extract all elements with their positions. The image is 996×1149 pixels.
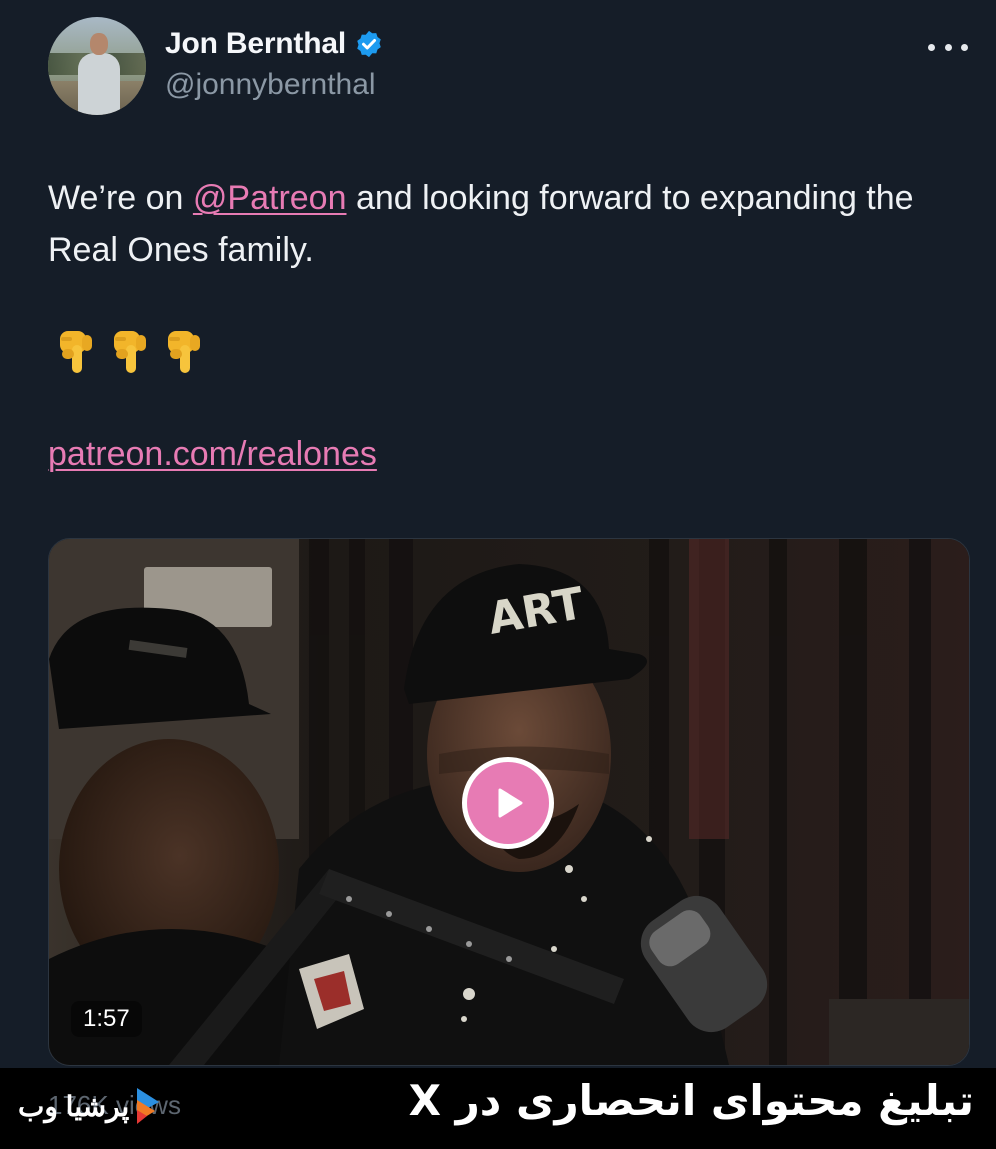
avatar-body bbox=[78, 53, 120, 115]
more-dot bbox=[961, 43, 968, 51]
tweet-text-start: We’re on bbox=[48, 179, 193, 217]
pointing-down-hand-emoji bbox=[168, 331, 200, 373]
video-duration: 1:57 bbox=[71, 1001, 142, 1037]
patreon-mention-link[interactable]: @Patreon bbox=[193, 179, 347, 217]
pointing-down-hand-emoji bbox=[114, 331, 146, 373]
verified-badge-icon bbox=[357, 30, 381, 58]
more-options-icon[interactable] bbox=[928, 34, 968, 60]
author-name[interactable]: Jon Bernthal bbox=[165, 27, 346, 61]
brand-name: پرشیا وب bbox=[18, 1090, 130, 1122]
video-player[interactable]: ART 1:57 bbox=[48, 538, 970, 1066]
patreon-url-link[interactable]: patreon.com/realones bbox=[48, 435, 377, 474]
brand-watermark: پرشیا وب bbox=[18, 1084, 163, 1128]
promo-title: تبلیغ محتوای انحصاری در X bbox=[408, 1076, 974, 1125]
author-name-line: Jon Bernthal bbox=[165, 27, 384, 61]
play-button[interactable] bbox=[462, 757, 554, 849]
brand-logo-icon bbox=[137, 1088, 160, 1124]
pointing-down-hand-emoji bbox=[60, 331, 92, 373]
more-dot bbox=[944, 43, 952, 51]
more-dot bbox=[928, 43, 935, 51]
avatar[interactable] bbox=[48, 17, 146, 115]
author-handle[interactable]: @jonnybernthal bbox=[165, 68, 376, 102]
tweet-card: Jon Bernthal @jonnybernthal We’re on @Pa… bbox=[0, 0, 996, 1068]
emoji-row bbox=[54, 327, 206, 377]
play-icon bbox=[498, 788, 523, 818]
promo-banner: 176K views پرشیا وب تبلیغ محتوای انحصاری… bbox=[0, 1068, 996, 1149]
tweet-text: We’re on @Patreon and looking forward to… bbox=[48, 172, 968, 276]
avatar-head bbox=[90, 33, 108, 55]
